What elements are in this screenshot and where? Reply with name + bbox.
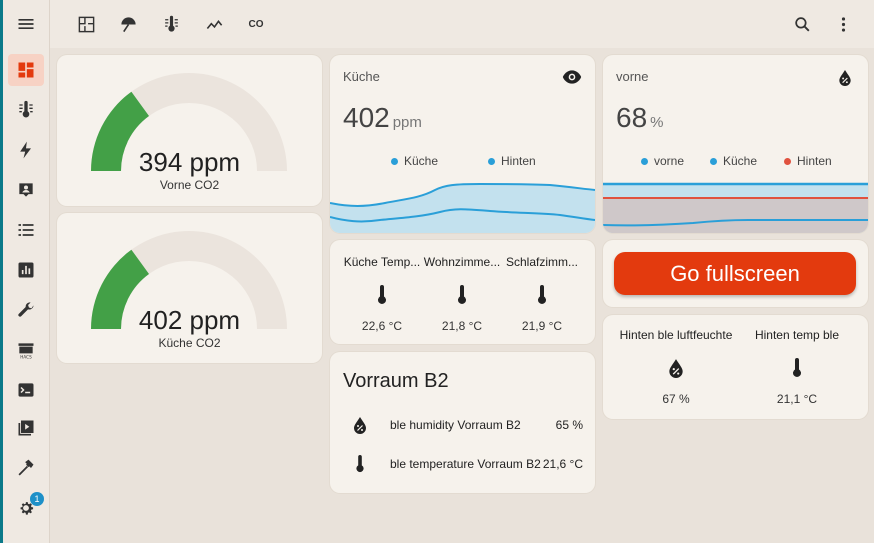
menu-button[interactable] [8,8,44,40]
view-tab-floorplan[interactable] [72,10,100,38]
sidebar-item-tools[interactable] [8,294,44,326]
view-tab-history[interactable] [200,10,228,38]
gauge-card-kueche-co2[interactable]: 402 ppm Küche CO2 [57,213,322,363]
entity-kueche-temp[interactable]: Küche Temp... 22,6 °C [342,255,422,333]
wrench-icon [18,302,34,317]
history-graph [330,182,595,233]
sidebar: HACS 1 [3,0,50,543]
entity-row-temperature[interactable]: ble temperature Vorraum B2 21,6 °C [330,452,595,476]
sensor-name: Küche [343,69,380,84]
weather-icon [120,16,136,32]
sensor-card-kueche[interactable]: Küche 402 ppm Küche Hinten [330,55,595,233]
search-button[interactable] [788,10,816,38]
go-fullscreen-button[interactable]: Go fullscreen [614,252,856,295]
sidebar-item-map[interactable] [8,174,44,206]
svg-text:HACS: HACS [20,354,32,359]
sidebar-item-overview[interactable] [8,54,44,86]
card-title: Vorraum B2 [343,370,449,392]
more-menu-button[interactable] [829,10,857,38]
menu-icon [18,19,34,29]
water-percent-icon [839,69,851,86]
sensor-value: 68% [616,102,664,133]
sidebar-item-media[interactable] [8,412,44,444]
hammer-icon [18,459,34,476]
sidebar-item-hacs[interactable]: HACS [8,334,44,366]
gauge-value: 394 ppm [138,147,241,177]
view-tab-co[interactable]: CO [242,10,270,38]
co-icon: CO [248,18,264,30]
legend-item: Küche [391,154,438,168]
sidebar-item-terminal[interactable] [8,374,44,406]
button-card: Go fullscreen [603,240,868,307]
lightning-icon [20,141,31,159]
account-box-icon [19,183,33,197]
entity-schlafzimmer-temp[interactable]: Schlafzimm... 21,9 °C [502,255,582,333]
trend-icon [206,19,222,29]
notification-badge: 1 [30,492,44,506]
view-tab-weather[interactable] [114,10,142,38]
chart-box-icon [18,262,34,278]
thermometer-icon [538,285,546,304]
hacs-store-icon: HACS [18,343,34,359]
entity-hinten-temp[interactable]: Hinten temp ble 21,1 °C [742,328,852,406]
sensor-value: 402 ppm [343,102,422,133]
gauge-name: Küche CO2 [158,336,221,350]
glance-card-hinten: Hinten ble luftfeuchte 67 % Hinten temp … [603,315,868,419]
sensor-name: vorne [616,69,649,84]
top-bar: CO [50,0,874,48]
sidebar-item-history[interactable] [8,254,44,286]
gauge-value: 402 ppm [138,305,241,335]
thermometer-icon [19,100,33,118]
more-vertical-icon [841,16,845,32]
sidebar-item-climate[interactable] [8,94,44,126]
thermometer-icon [378,285,386,304]
gauge-name: Vorne CO2 [159,178,220,192]
gauge-card-vorne-co2[interactable]: 394 ppm Vorne CO2 [57,55,322,206]
sidebar-item-logbook[interactable] [8,214,44,246]
media-play-icon [18,420,34,436]
legend-item: vorne [641,154,684,168]
sensor-card-vorne[interactable]: vorne 68% vorne Küche Hinten [603,55,868,233]
entity-row-humidity[interactable]: ble humidity Vorraum B2 65 % [330,413,595,437]
floorplan-icon [78,16,94,32]
list-icon [18,224,34,236]
sidebar-item-energy[interactable] [8,134,44,166]
graph-area [603,198,868,233]
view-tab-climate[interactable] [157,10,185,38]
eye-icon [562,70,582,84]
thermometer-icon [793,358,801,377]
entities-card-vorraum: Vorraum B2 ble humidity Vorraum B2 65 % … [330,352,595,493]
entity-wohnzimmer-temp[interactable]: Wohnzimme... 21,8 °C [422,255,502,333]
dashboard-icon [18,62,34,78]
terminal-icon [18,383,34,397]
legend-item: Hinten [488,154,536,168]
entity-hinten-humidity[interactable]: Hinten ble luftfeuchte 67 % [616,328,736,406]
water-percent-icon [669,359,683,378]
thermometer-icon [356,455,364,473]
legend-item: Küche [710,154,757,168]
water-percent-icon [354,417,366,434]
history-graph [603,182,868,233]
sidebar-item-settings[interactable]: 1 [8,492,44,524]
search-icon [794,16,810,32]
legend-item: Hinten [784,154,832,168]
thermometer-icon [458,285,466,304]
thermometer-icon [164,15,178,32]
glance-card-temperatures: Küche Temp... 22,6 °C Wohnzimme... 21,8 … [330,240,595,344]
sidebar-item-developer[interactable] [8,452,44,484]
